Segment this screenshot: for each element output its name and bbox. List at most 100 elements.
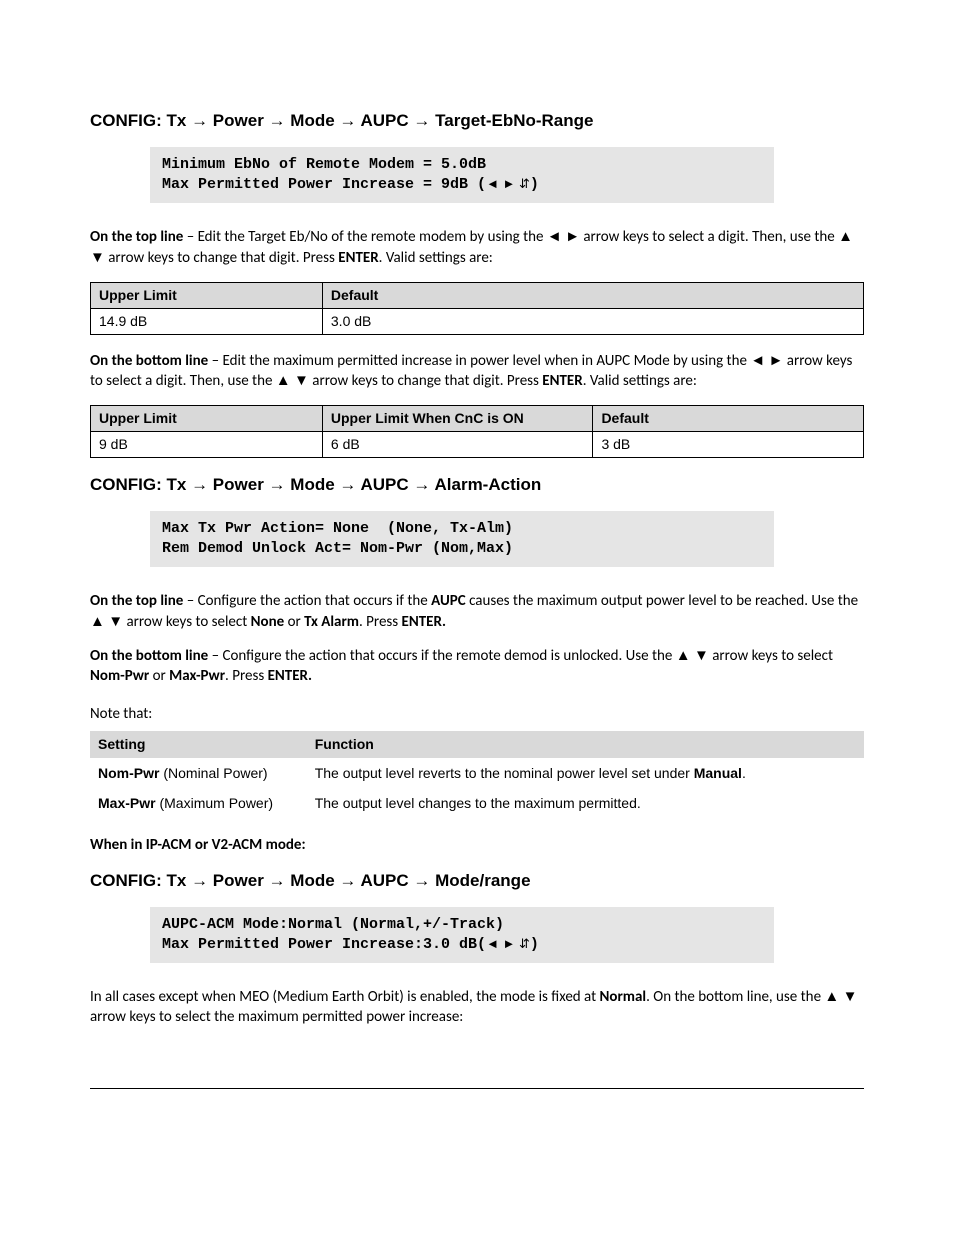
paragraph: On the bottom line – Configure the actio… [90, 646, 864, 687]
text: In all cases except when MEO (Medium Ear… [90, 988, 600, 1006]
crumb: Power [213, 111, 264, 130]
label-bold: Nom-Pwr [90, 667, 149, 685]
label-bold: AUPC [431, 592, 466, 610]
table-row: Upper Limit Upper Limit When CnC is ON D… [91, 406, 864, 432]
text: – Configure the action that occurs if th… [208, 647, 833, 665]
text: . Press [225, 667, 268, 685]
crumb: Power [213, 871, 264, 890]
label-bold: None [251, 613, 285, 631]
arrow-icon: → [264, 111, 290, 130]
text: . Valid settings are: [379, 249, 493, 267]
lcd-display-mode-range: AUPC-ACM Mode:Normal (Normal,+/-Track) M… [150, 907, 774, 964]
label-bold: On the bottom line [90, 647, 208, 665]
arrow-icon: → [186, 871, 212, 890]
table-row: Nom-Pwr (Nominal Power) The output level… [90, 758, 864, 789]
cell: 3 dB [593, 432, 864, 458]
text: or [149, 667, 169, 685]
paragraph: On the top line – Configure the action t… [90, 591, 864, 632]
cell: The output level reverts to the nominal … [307, 758, 864, 789]
arrow-icon: → [409, 111, 435, 130]
label-bold: ENTER. [402, 613, 446, 631]
breadcrumb-heading-target-ebno: CONFIG: Tx → Power → Mode → AUPC → Targe… [90, 110, 864, 133]
arrow-icon: → [264, 475, 290, 494]
text: or [284, 613, 304, 631]
label-bold: Normal [600, 988, 647, 1006]
left-right-updown-icon: ◄ ► ⇵ [486, 936, 530, 951]
col-header: Upper Limit [91, 282, 323, 308]
label-bold: ENTER. [268, 667, 312, 685]
paragraph: In all cases except when MEO (Medium Ear… [90, 987, 864, 1028]
cell: 14.9 dB [91, 308, 323, 334]
text: (Maximum Power) [156, 795, 273, 811]
label-bold: Tx Alarm [304, 613, 359, 631]
label-bold: On the top line [90, 592, 183, 610]
footer-divider [90, 1088, 864, 1089]
breadcrumb-heading-alarm-action: CONFIG: Tx → Power → Mode → AUPC → Alarm… [90, 474, 864, 497]
col-header: Setting [90, 731, 307, 758]
table-row: 14.9 dB 3.0 dB [91, 308, 864, 334]
cell: 6 dB [322, 432, 593, 458]
text: – Configure the action that occurs if th… [183, 592, 431, 610]
table-row: Setting Function [90, 731, 864, 758]
breadcrumb-heading-mode-range: CONFIG: Tx → Power → Mode → AUPC → Mode/… [90, 870, 864, 893]
display-line: Rem Demod Unlock Act= Nom-Pwr (Nom,Max) [162, 540, 513, 557]
crumb: AUPC [361, 111, 409, 130]
arrow-icon: → [186, 111, 212, 130]
col-header: Function [307, 731, 864, 758]
arrow-icon: → [335, 111, 361, 130]
display-line: Minimum EbNo of Remote Modem = 5.0dB [162, 156, 486, 173]
col-header: Upper Limit When CnC is ON [322, 406, 593, 432]
arrow-icon: → [264, 871, 290, 890]
label-bold: On the top line [90, 228, 183, 246]
display-line: ) [530, 936, 539, 953]
text: The output level reverts to the nominal … [315, 765, 694, 781]
arrow-icon: → [186, 475, 212, 494]
table-row: Upper Limit Default [91, 282, 864, 308]
crumb: CONFIG: Tx [90, 111, 186, 130]
label-bold: Manual [694, 765, 742, 781]
display-line: Max Tx Pwr Action= None (None, Tx-Alm) [162, 520, 513, 537]
text: . Press [359, 613, 402, 631]
crumb: AUPC [361, 871, 409, 890]
crumb: Power [213, 475, 264, 494]
display-line: AUPC-ACM Mode:Normal (Normal,+/-Track) [162, 916, 504, 933]
text: (Nominal Power) [159, 765, 267, 781]
valid-settings-table-2: Upper Limit Upper Limit When CnC is ON D… [90, 405, 864, 458]
mode-note: When in IP-ACM or V2-ACM mode: [90, 835, 864, 855]
paragraph: On the top line – Edit the Target Eb/No … [90, 227, 864, 268]
arrow-icon: → [335, 871, 361, 890]
label-bold: Max-Pwr [169, 667, 225, 685]
cell: 3.0 dB [322, 308, 863, 334]
label-bold: Nom-Pwr [98, 765, 159, 781]
cell: Max-Pwr (Maximum Power) [90, 788, 307, 819]
crumb: Mode [290, 475, 334, 494]
arrow-icon: → [409, 871, 435, 890]
arrow-icon: → [409, 475, 435, 494]
display-line: Max Permitted Power Increase:3.0 dB( [162, 936, 486, 953]
crumb: Alarm-Action [435, 475, 542, 494]
crumb: Mode [290, 871, 334, 890]
label-bold: Max-Pwr [98, 795, 156, 811]
table-row: 9 dB 6 dB 3 dB [91, 432, 864, 458]
col-header: Default [593, 406, 864, 432]
setting-function-table: Setting Function Nom-Pwr (Nominal Power)… [90, 731, 864, 820]
table-row: Max-Pwr (Maximum Power) The output level… [90, 788, 864, 819]
valid-settings-table-1: Upper Limit Default 14.9 dB 3.0 dB [90, 282, 864, 335]
paragraph: On the bottom line – Edit the maximum pe… [90, 351, 864, 392]
text: . [742, 765, 746, 781]
note-label: Note that: [90, 704, 864, 724]
crumb: Target-EbNo-Range [435, 111, 593, 130]
display-line: ) [530, 176, 539, 193]
label-bold: ENTER [542, 372, 582, 390]
label-bold: On the bottom line [90, 352, 208, 370]
crumb: AUPC [361, 475, 409, 494]
col-header: Default [322, 282, 863, 308]
cell: The output level changes to the maximum … [307, 788, 864, 819]
label-bold: ENTER [338, 249, 378, 267]
arrow-icon: → [335, 475, 361, 494]
cell: 9 dB [91, 432, 323, 458]
crumb: Mode [290, 111, 334, 130]
crumb: Mode/range [435, 871, 530, 890]
display-line: Max Permitted Power Increase = 9dB ( [162, 176, 486, 193]
cell: Nom-Pwr (Nominal Power) [90, 758, 307, 789]
